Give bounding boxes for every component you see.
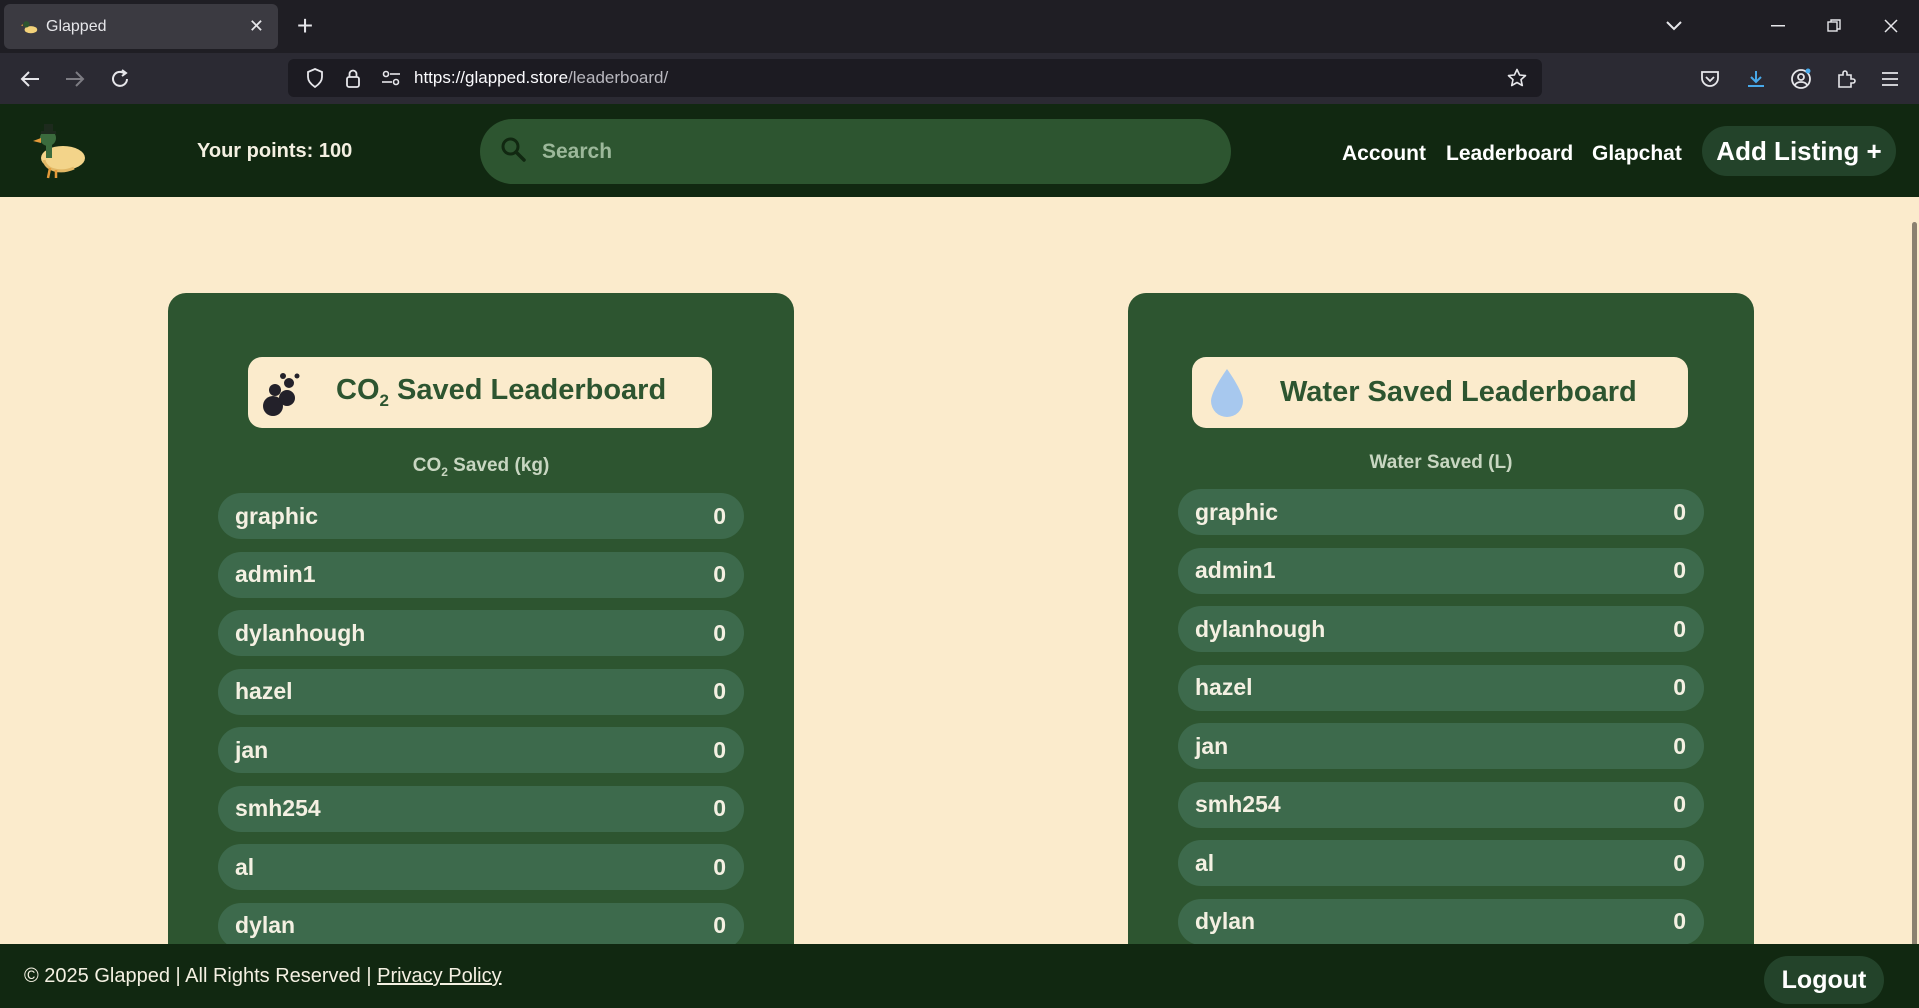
browser-nav-bar: https://glapped.store/leaderboard/: [0, 53, 1919, 104]
nav-glapchat-link[interactable]: Glapchat: [1592, 142, 1682, 166]
search-bar[interactable]: [480, 119, 1231, 184]
list-item: smh254 0: [1178, 781, 1704, 828]
bookmark-star-icon[interactable]: [1502, 63, 1532, 93]
list-item: dylanhough 0: [218, 610, 744, 656]
search-icon: [500, 136, 526, 167]
menu-icon[interactable]: [1874, 63, 1906, 95]
add-listing-button[interactable]: Add Listing +: [1702, 126, 1896, 176]
tab-list-chevron-icon[interactable]: [1654, 10, 1694, 42]
privacy-policy-link[interactable]: Privacy Policy: [377, 965, 501, 987]
pocket-icon[interactable]: [1694, 63, 1726, 95]
list-item: admin1 0: [218, 551, 744, 598]
list-item: jan 0: [218, 727, 744, 773]
reload-icon[interactable]: [104, 63, 136, 95]
user-points: Your points: 100: [197, 140, 353, 162]
minimize-icon[interactable]: [1758, 10, 1798, 42]
duck-favicon-icon: [20, 17, 40, 37]
extensions-icon[interactable]: [1830, 63, 1862, 95]
permissions-icon[interactable]: [376, 63, 406, 93]
back-arrow-icon[interactable]: [14, 63, 46, 95]
url-text[interactable]: https://glapped.store/leaderboard/: [414, 68, 668, 88]
list-item: dylan 0: [218, 902, 744, 949]
water-leaderboard-title: Water Saved Leaderboard: [1192, 357, 1688, 428]
list-item: smh254 0: [218, 785, 744, 832]
list-item: dylan 0: [1178, 898, 1704, 945]
list-item: hazel 0: [1178, 664, 1704, 711]
lock-icon[interactable]: [338, 63, 368, 93]
logout-button[interactable]: Logout: [1764, 956, 1884, 1004]
site-footer: © 2025 Glapped | All Rights Reserved | P…: [0, 944, 1919, 1008]
close-window-icon[interactable]: [1871, 10, 1911, 42]
list-item: graphic 0: [218, 493, 744, 539]
nav-account-link[interactable]: Account: [1342, 142, 1426, 166]
browser-tab[interactable]: Glapped ✕: [4, 4, 278, 49]
co2-bubbles-icon: [258, 368, 308, 418]
tab-close-icon[interactable]: ✕: [249, 16, 264, 37]
new-tab-button[interactable]: +: [290, 12, 320, 42]
list-item: jan 0: [1178, 723, 1704, 769]
glapped-duck-logo-icon[interactable]: [30, 118, 90, 182]
co2-leaderboard-card: CO2 Saved Leaderboard CO2 Saved (kg) gra…: [168, 293, 794, 993]
list-item: hazel 0: [218, 668, 744, 715]
browser-tab-bar: Glapped ✕ +: [0, 0, 1919, 53]
page-scrollbar[interactable]: [1912, 222, 1917, 962]
co2-leaderboard-list: graphic 0 admin1 0 dylanhough 0 hazel 0 jan 0…: [218, 493, 744, 961]
shield-icon[interactable]: [300, 63, 330, 93]
list-item: graphic 0: [1178, 489, 1704, 535]
list-item: al 0: [1178, 840, 1704, 886]
list-item: al 0: [218, 844, 744, 890]
site-header: Your points: 100 Account Leaderboard Gla…: [0, 104, 1919, 197]
forward-arrow-icon[interactable]: [59, 63, 91, 95]
search-input[interactable]: [542, 139, 1192, 164]
co2-leaderboard-title: CO2 Saved Leaderboard: [248, 357, 712, 428]
water-drop-icon: [1202, 368, 1252, 418]
account-icon[interactable]: [1785, 63, 1817, 95]
water-leaderboard-list: graphic 0 admin1 0 dylanhough 0 hazel 0 jan 0…: [1178, 489, 1704, 957]
co2-leaderboard-subtitle: CO2 Saved (kg): [412, 455, 550, 479]
tab-title: Glapped: [46, 17, 107, 35]
nav-leaderboard-link[interactable]: Leaderboard: [1446, 142, 1573, 166]
water-leaderboard-subtitle: Water Saved (L): [1369, 452, 1513, 473]
list-item: dylanhough 0: [1178, 606, 1704, 652]
restore-icon[interactable]: [1814, 10, 1854, 42]
page: Your points: 100 Account Leaderboard Gla…: [0, 104, 1919, 1008]
footer-text: © 2025 Glapped | All Rights Reserved | P…: [24, 965, 502, 987]
list-item: admin1 0: [1178, 547, 1704, 594]
address-bar[interactable]: https://glapped.store/leaderboard/: [288, 59, 1542, 97]
downloads-icon[interactable]: [1740, 63, 1772, 95]
water-leaderboard-card: Water Saved Leaderboard Water Saved (L) …: [1128, 293, 1754, 993]
